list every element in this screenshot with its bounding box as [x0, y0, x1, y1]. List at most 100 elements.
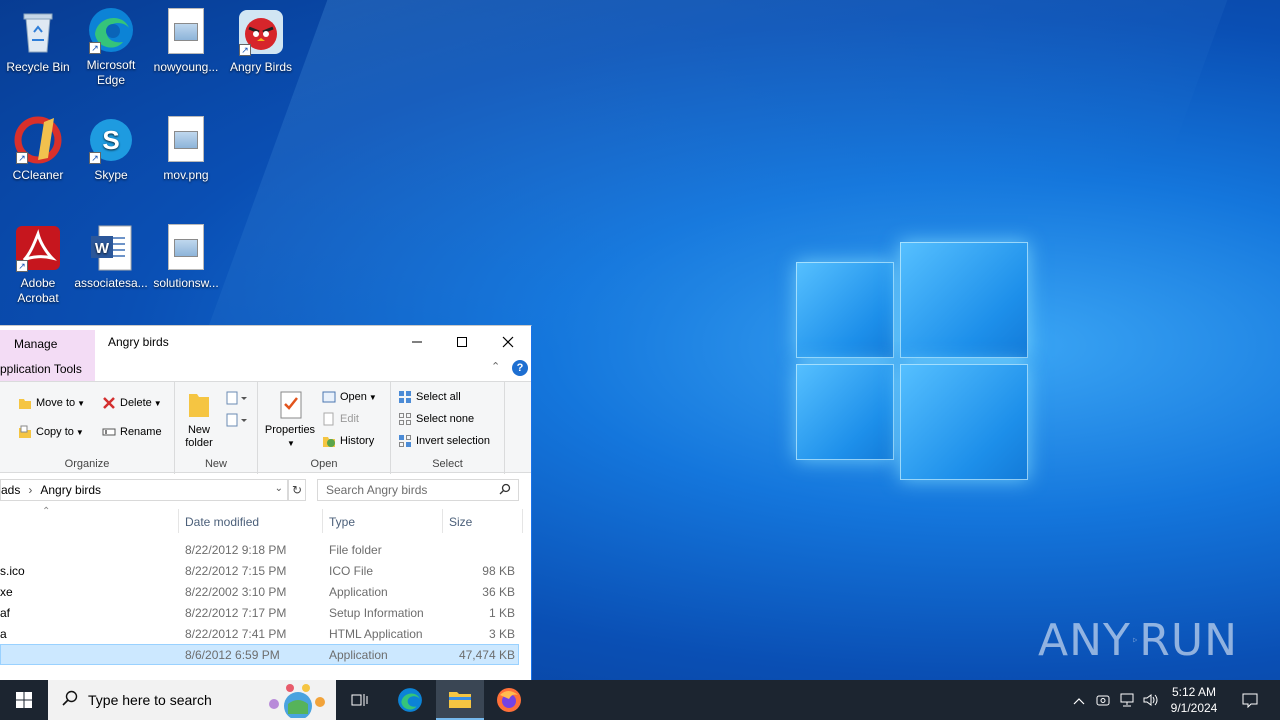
- desktop-icon-label: solutionsw...: [153, 276, 219, 290]
- invert-selection-button[interactable]: Invert selection: [398, 434, 490, 448]
- search-input[interactable]: Search Angry birds: [317, 479, 519, 501]
- ribbon-group-label: New: [204, 458, 227, 470]
- copy-to-button[interactable]: Copy to ▼: [18, 425, 84, 439]
- acrobat-icon: ↗: [14, 224, 62, 272]
- desktop-icon-mov-png[interactable]: mov.png: [148, 116, 224, 183]
- rename-button[interactable]: Rename: [102, 425, 162, 439]
- file-type: Application: [329, 648, 388, 662]
- svg-text:S: S: [102, 125, 119, 155]
- file-explorer-window: Manage Angry birds pplication Tools ⌃ ? …: [0, 325, 532, 680]
- search-highlight-icon: [260, 682, 330, 720]
- properties-button[interactable]: Properties ▼: [262, 390, 318, 450]
- meet-now-button[interactable]: [1092, 680, 1114, 720]
- image-file-icon: [162, 116, 210, 164]
- select-all-icon: [398, 390, 412, 404]
- skype-icon: S ↗: [87, 116, 135, 164]
- title-bar[interactable]: Manage Angry birds: [0, 326, 531, 357]
- taskbar-file-explorer-button[interactable]: [436, 680, 484, 720]
- ribbon-tabs: pplication Tools ⌃ ?: [0, 357, 531, 381]
- open-button[interactable]: Open ▼: [322, 390, 377, 404]
- taskbar-edge-button[interactable]: [386, 680, 434, 720]
- copy-to-label: Copy to: [36, 426, 74, 438]
- collapse-ribbon-icon[interactable]: ⌃: [491, 360, 500, 373]
- table-row[interactable]: xe 8/22/2002 3:10 PM Application 36 KB: [0, 581, 531, 602]
- desktop-icon-ccleaner[interactable]: ↗ CCleaner: [0, 116, 76, 183]
- windows-logo: [796, 242, 1028, 480]
- delete-button[interactable]: Delete ▼: [102, 396, 162, 410]
- file-explorer-icon: [449, 692, 471, 708]
- edit-button[interactable]: Edit: [322, 412, 359, 426]
- select-none-button[interactable]: Select none: [398, 412, 474, 426]
- recycle-bin-icon: [14, 8, 62, 56]
- address-dropdown-icon[interactable]: ⌄: [275, 483, 283, 494]
- anyrun-watermark: ANY RUN: [1038, 608, 1238, 672]
- minimize-icon: [412, 341, 422, 342]
- maximize-button[interactable]: [439, 326, 485, 357]
- desktop-icon-solutions[interactable]: solutionsw...: [148, 224, 224, 291]
- file-name: af: [0, 606, 11, 620]
- select-all-button[interactable]: Select all: [398, 390, 461, 404]
- help-icon[interactable]: ?: [512, 360, 528, 376]
- word-doc-icon: W: [87, 224, 135, 272]
- file-type: ICO File: [329, 564, 374, 578]
- firefox-icon: [497, 688, 521, 712]
- easy-access-button[interactable]: [225, 412, 247, 432]
- file-date: 8/22/2002 3:10 PM: [185, 585, 287, 599]
- ribbon-group-label: Select: [432, 458, 463, 470]
- desktop-icon-angry-birds[interactable]: ↗ Angry Birds: [223, 8, 299, 75]
- history-button[interactable]: History: [322, 434, 374, 448]
- start-button[interactable]: [0, 680, 48, 720]
- new-item-button[interactable]: [225, 390, 247, 410]
- desktop-icon-recycle-bin[interactable]: Recycle Bin: [0, 8, 76, 75]
- edit-label: Edit: [340, 413, 359, 425]
- breadcrumb-parent[interactable]: ads: [1, 483, 20, 497]
- taskbar-search-input[interactable]: Type here to search: [48, 680, 336, 720]
- new-folder-button[interactable]: New folder: [183, 390, 215, 450]
- refresh-button[interactable]: ↻: [288, 479, 306, 501]
- properties-icon: [280, 391, 302, 419]
- volume-button[interactable]: [1140, 680, 1162, 720]
- table-row[interactable]: s.ico 8/22/2012 7:15 PM ICO File 98 KB: [0, 560, 531, 581]
- taskbar-firefox-button[interactable]: [485, 680, 533, 720]
- ccleaner-icon: ↗: [14, 116, 62, 164]
- file-list: 8/22/2012 9:18 PM File folder s.ico 8/22…: [0, 539, 531, 665]
- table-row[interactable]: a 8/22/2012 7:41 PM HTML Application 3 K…: [0, 623, 531, 644]
- table-row[interactable]: 8/22/2012 9:18 PM File folder: [0, 539, 531, 560]
- show-hidden-icons-button[interactable]: [1068, 680, 1090, 720]
- address-bar[interactable]: ads › Angry birds ⌄: [0, 479, 288, 501]
- network-button[interactable]: [1116, 680, 1138, 720]
- desktop-icon-acrobat[interactable]: ↗ Adobe Acrobat: [0, 224, 76, 306]
- taskbar-clock[interactable]: 5:12 AM 9/1/2024: [1160, 684, 1228, 716]
- task-view-button[interactable]: [336, 680, 384, 720]
- move-to-button[interactable]: Move to ▼: [18, 396, 85, 410]
- invert-selection-label: Invert selection: [416, 435, 490, 447]
- angry-birds-icon: ↗: [237, 8, 285, 56]
- table-row[interactable]: af 8/22/2012 7:17 PM Setup Information 1…: [0, 602, 531, 623]
- edit-icon: [322, 412, 336, 426]
- close-button[interactable]: [485, 326, 531, 357]
- file-type: Application: [329, 585, 388, 599]
- desktop-icon-associates[interactable]: W associatesa...: [73, 224, 149, 291]
- column-type[interactable]: Type: [323, 509, 443, 533]
- tab-application-tools[interactable]: pplication Tools: [0, 357, 95, 381]
- action-center-button[interactable]: [1234, 680, 1266, 720]
- minimize-button[interactable]: [394, 326, 440, 357]
- windows-start-icon: [16, 692, 32, 708]
- desktop-icon-skype[interactable]: S ↗ Skype: [73, 116, 149, 183]
- new-folder-icon: [189, 394, 209, 417]
- tab-manage[interactable]: Manage: [0, 330, 95, 357]
- column-name[interactable]: [0, 509, 179, 533]
- breadcrumb-current[interactable]: Angry birds: [40, 483, 101, 497]
- properties-label: Properties: [264, 424, 316, 436]
- table-row-selected[interactable]: 8/6/2012 6:59 PM Application 47,474 KB: [0, 644, 519, 665]
- column-size[interactable]: Size: [443, 509, 523, 533]
- close-icon: [502, 336, 514, 347]
- history-label: History: [340, 435, 375, 447]
- folder-move-icon: [18, 396, 32, 410]
- desktop-icon-edge[interactable]: ↗ Microsoft Edge: [73, 6, 149, 88]
- clock-date: 9/1/2024: [1170, 701, 1218, 715]
- ribbon-group-open: Properties ▼ Open ▼ Edit History Open: [258, 382, 391, 474]
- column-date-modified[interactable]: Date modified: [179, 509, 323, 533]
- folder-copy-icon: [18, 425, 32, 439]
- desktop-icon-nowyoung[interactable]: nowyoung...: [148, 8, 224, 75]
